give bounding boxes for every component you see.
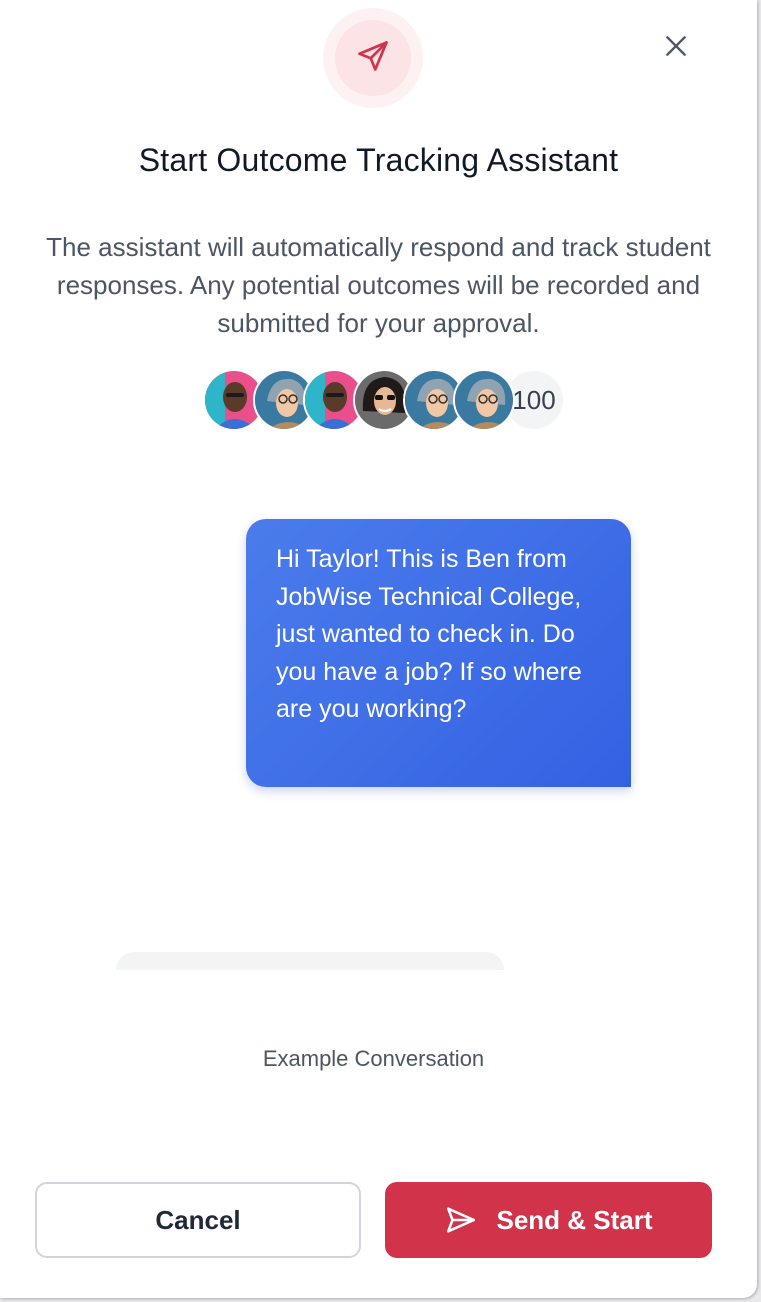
close-button[interactable] xyxy=(656,28,696,68)
close-icon[interactable] xyxy=(663,33,689,64)
example-message-bubble: Hi Taylor! This is Ben from JobWise Tech… xyxy=(246,519,631,787)
paper-plane-icon xyxy=(444,1203,478,1237)
recipient-avatars: 100 xyxy=(203,369,565,431)
hero-icon-badge xyxy=(323,8,423,108)
send-button-label: Send & Start xyxy=(496,1204,653,1235)
cancel-button-label: Cancel xyxy=(155,1204,241,1235)
cancel-button[interactable]: Cancel xyxy=(35,1182,361,1258)
reply-bubble-placeholder xyxy=(116,952,504,970)
dialog-title: Start Outcome Tracking Assistant xyxy=(138,142,619,178)
dialog-description: The assistant will automatically respond… xyxy=(46,232,711,338)
send-and-start-button[interactable]: Send & Start xyxy=(385,1182,712,1258)
start-assistant-dialog: Start Outcome Tracking Assistant The ass… xyxy=(0,0,757,1298)
paper-plane-icon xyxy=(355,38,391,79)
example-caption: Example Conversation xyxy=(262,1046,485,1071)
avatar xyxy=(453,369,515,431)
